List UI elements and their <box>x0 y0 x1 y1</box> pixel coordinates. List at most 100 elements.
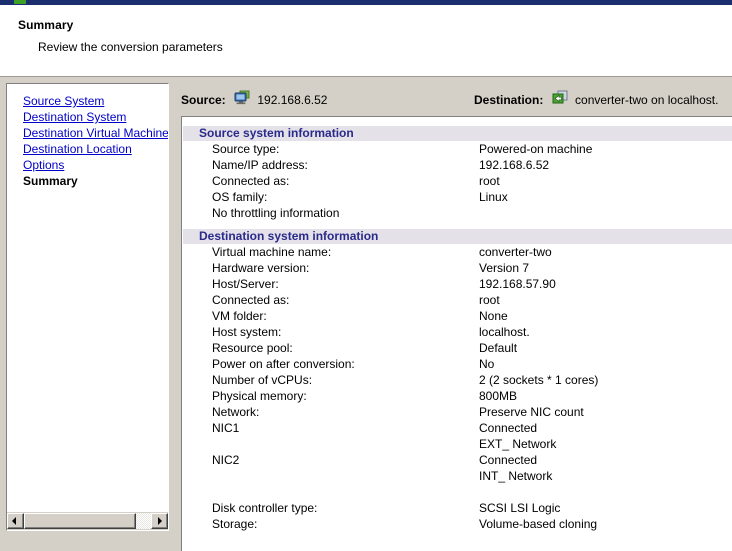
row-label: Name/IP address: <box>212 157 308 173</box>
row-label: Number of vCPUs: <box>212 372 312 388</box>
row-value: localhost. <box>479 324 530 340</box>
destination-endpoint: Destination: converter-two on localhost. <box>474 90 718 108</box>
sidebar-item-destination-system[interactable]: Destination System <box>23 109 169 125</box>
row-blank <box>183 484 732 500</box>
wizard-step-navigation: Source System Destination System Destina… <box>6 83 169 531</box>
row-nic1-network: EXT_ Network <box>183 436 732 452</box>
row-power-on-after-conversion: Power on after conversion: No <box>183 356 732 372</box>
row-value: SCSI LSI Logic <box>479 500 560 516</box>
row-label: Host system: <box>212 324 281 340</box>
virtual-machine-icon <box>552 90 568 106</box>
app-icon <box>14 0 26 4</box>
row-nic2-network: INT_ Network <box>183 468 732 484</box>
row-value: 2 (2 sockets * 1 cores) <box>479 372 598 388</box>
page-header: Summary Review the conversion parameters <box>0 5 732 77</box>
navigation-list-area: Source System Destination System Destina… <box>7 84 168 513</box>
row-connected-as: Connected as: root <box>183 173 732 189</box>
row-value: Linux <box>479 189 508 205</box>
row-network: Network: Preserve NIC count <box>183 404 732 420</box>
row-label: Source type: <box>212 141 279 157</box>
page-subtitle: Review the conversion parameters <box>38 40 223 54</box>
row-disk-controller-type: Disk controller type: SCSI LSI Logic <box>183 500 732 516</box>
row-os-family: OS family: Linux <box>183 189 732 205</box>
source-value: 192.168.6.52 <box>257 93 327 107</box>
row-value: Version 7 <box>479 260 529 276</box>
row-value: 800MB <box>479 388 517 404</box>
row-host-server: Host/Server: 192.168.57.90 <box>183 276 732 292</box>
row-number-of-vcpus: Number of vCPUs: 2 (2 sockets * 1 cores) <box>183 372 732 388</box>
row-value: 192.168.6.52 <box>479 157 549 173</box>
row-name-ip-address: Name/IP address: 192.168.6.52 <box>183 157 732 173</box>
row-source-type: Source type: Powered-on machine <box>183 141 732 157</box>
row-value: converter-two <box>479 244 552 260</box>
row-label: Power on after conversion: <box>212 356 355 372</box>
scroll-left-button[interactable] <box>7 513 24 529</box>
row-value: EXT_ Network <box>479 436 556 452</box>
navigation-items: Source System Destination System Destina… <box>23 93 169 189</box>
destination-label: Destination: <box>474 93 543 107</box>
section-header-source-system-information: Source system information <box>183 126 732 141</box>
destination-value: converter-two on localhost. <box>575 93 718 107</box>
scroll-right-icon <box>158 517 162 525</box>
row-vm-folder: VM folder: None <box>183 308 732 324</box>
row-label: NIC2 <box>212 452 239 468</box>
row-nic1: NIC1 Connected <box>183 420 732 436</box>
row-label: Physical memory: <box>212 388 307 404</box>
row-label: Host/Server: <box>212 276 279 292</box>
row-value: 192.168.57.90 <box>479 276 556 292</box>
row-label: No throttling information <box>212 205 339 221</box>
row-label: Resource pool: <box>212 340 293 356</box>
row-value: Powered-on machine <box>479 141 592 157</box>
row-hardware-version: Hardware version: Version 7 <box>183 260 732 276</box>
row-value: root <box>479 292 500 308</box>
row-throttling: No throttling information <box>183 205 732 221</box>
row-value: INT_ Network <box>479 468 552 484</box>
row-virtual-machine-name: Virtual machine name: converter-two <box>183 244 732 260</box>
endpoint-bar: Source: 192.168.6.52 Destination: <box>172 83 732 116</box>
section-header-destination-system-information: Destination system information <box>183 229 732 244</box>
sidebar-item-summary[interactable]: Summary <box>23 173 169 189</box>
sidebar-item-destination-location[interactable]: Destination Location <box>23 141 169 157</box>
row-value: No <box>479 356 494 372</box>
row-value: Preserve NIC count <box>479 404 584 420</box>
summary-content-panel: Source: 192.168.6.52 Destination: <box>172 83 732 551</box>
row-host-system: Host system: localhost. <box>183 324 732 340</box>
row-label: Network: <box>212 404 259 420</box>
source-label: Source: <box>181 93 226 107</box>
scrollbar-track[interactable] <box>24 513 151 529</box>
sidebar-item-source-system[interactable]: Source System <box>23 93 169 109</box>
sidebar-horizontal-scrollbar[interactable] <box>7 512 168 530</box>
row-value: Connected <box>479 452 537 468</box>
row-value: Volume-based cloning <box>479 516 597 532</box>
row-label: Virtual machine name: <box>212 244 331 260</box>
row-label: VM folder: <box>212 308 267 324</box>
row-label: Disk controller type: <box>212 500 317 516</box>
destination-system-rows: Virtual machine name: converter-two Hard… <box>183 244 732 532</box>
page-title: Summary <box>18 18 73 32</box>
row-value: Connected <box>479 420 537 436</box>
summary-details-scroll-area[interactable]: Source system information Source type: P… <box>181 116 732 551</box>
scrollbar-thumb[interactable] <box>24 513 136 529</box>
row-value: None <box>479 308 508 324</box>
row-label: Storage: <box>212 516 257 532</box>
summary-details: Source system information Source type: P… <box>183 118 732 532</box>
row-label: Hardware version: <box>212 260 309 276</box>
source-system-rows: Source type: Powered-on machine Name/IP … <box>183 141 732 221</box>
row-label: OS family: <box>212 189 267 205</box>
row-storage: Storage: Volume-based cloning <box>183 516 732 532</box>
row-connected-as: Connected as: root <box>183 292 732 308</box>
row-nic2: NIC2 Connected <box>183 452 732 468</box>
row-resource-pool: Resource pool: Default <box>183 340 732 356</box>
sidebar-item-options[interactable]: Options <box>23 157 169 173</box>
source-endpoint: Source: 192.168.6.52 <box>181 90 327 108</box>
row-value: Default <box>479 340 517 356</box>
row-label: Connected as: <box>212 173 289 189</box>
scroll-right-button[interactable] <box>151 513 168 529</box>
monitor-icon <box>234 90 250 106</box>
row-label: Connected as: <box>212 292 289 308</box>
sidebar-item-destination-virtual-machine[interactable]: Destination Virtual Machine <box>23 125 169 141</box>
row-value: root <box>479 173 500 189</box>
wizard-body: Source System Destination System Destina… <box>0 77 732 551</box>
scroll-left-icon <box>12 517 16 525</box>
row-physical-memory: Physical memory: 800MB <box>183 388 732 404</box>
